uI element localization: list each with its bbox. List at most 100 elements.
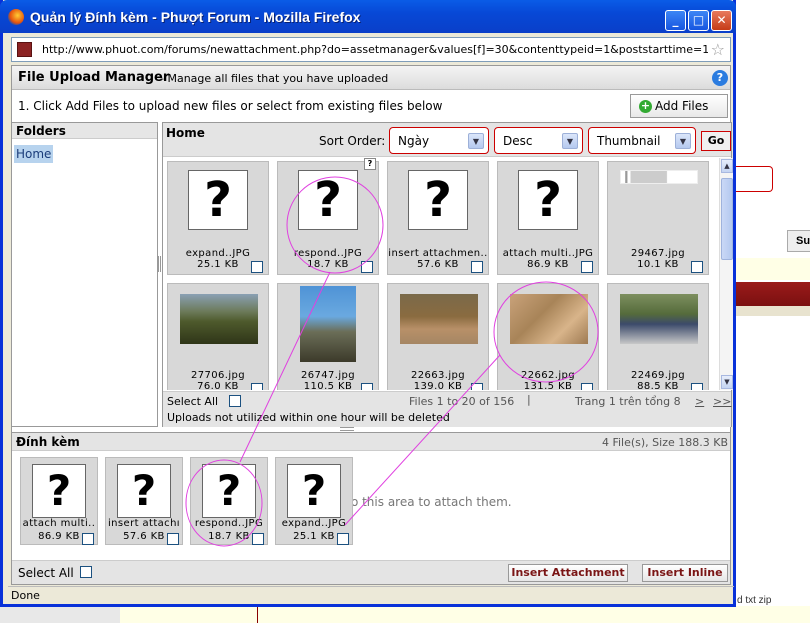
attachments-select-all-label: Select All <box>18 566 74 580</box>
attachment-checkbox[interactable] <box>337 533 349 545</box>
help-icon[interactable]: ? <box>712 70 728 86</box>
file-grid-footer: Select All Files 1 to 20 of 156 | Trang … <box>163 391 731 427</box>
file-tile[interactable]: ? ? respond..JPG 18.7 KB <box>277 158 379 275</box>
manager-header: File Upload Manager - Manage all files t… <box>12 66 730 90</box>
footer-separator: | <box>527 393 531 406</box>
close-button[interactable]: ✕ <box>711 10 732 31</box>
folder-item-home[interactable]: Home <box>14 145 54 163</box>
question-placeholder-icon: ? <box>202 464 256 518</box>
scroll-up-icon[interactable]: ▲ <box>721 159 733 173</box>
village-thumbnail <box>400 294 478 344</box>
file-checkbox[interactable] <box>691 261 703 273</box>
attachments-panel: Đính kèm 4 File(s), Size 188.3 KB Drag f… <box>12 432 730 584</box>
file-name: 22663.jpg <box>410 370 466 381</box>
last-page-link[interactable]: >> <box>713 395 731 408</box>
insert-inline-button[interactable]: Insert Inline <box>642 564 728 582</box>
info-icon[interactable]: ? <box>364 158 376 170</box>
file-name: 29467.jpg <box>630 248 686 259</box>
attachment-checkbox[interactable] <box>167 533 179 545</box>
files-toolbar: Home Sort Order: Ngày ▼ Desc ▼ Thumbnail… <box>163 123 731 157</box>
background-button[interactable]: Su <box>787 230 810 252</box>
url-text[interactable]: http://www.phuot.com/forums/newattachmen… <box>42 43 708 56</box>
go-button[interactable]: Go <box>701 131 731 151</box>
upload-manager: File Upload Manager - Manage all files t… <box>11 65 733 585</box>
background-input[interactable] <box>735 166 773 192</box>
file-checkbox[interactable] <box>691 383 703 390</box>
file-grid-scrollbar[interactable]: ▲ ▼ <box>719 158 733 390</box>
scroll-down-icon[interactable]: ▼ <box>721 375 733 389</box>
view-select[interactable]: Thumbnail ▼ <box>588 127 696 154</box>
background-footer-left <box>0 606 120 623</box>
chevron-down-icon: ▼ <box>468 133 484 149</box>
attachments-summary: 4 File(s), Size 188.3 KB <box>601 436 728 449</box>
file-tile[interactable]: 22663.jpg 139.0 KB <box>387 283 489 390</box>
current-folder: Home <box>166 126 205 140</box>
add-files-label: Add Files <box>655 99 709 113</box>
file-tile[interactable]: 22662.jpg 131.5 KB <box>497 283 599 390</box>
windmill-thumbnail <box>300 286 356 362</box>
file-tile[interactable]: 26747.jpg 110.5 KB <box>277 283 379 390</box>
address-bar[interactable]: http://www.phuot.com/forums/newattachmen… <box>11 37 731 62</box>
file-checkbox[interactable] <box>581 261 593 273</box>
attachments-footer: Select All Insert Attachment Insert Inli… <box>12 560 730 584</box>
attachments-select-all-checkbox[interactable] <box>80 566 92 578</box>
file-tile[interactable]: ? insert attachmen.. 57.6 KB <box>387 161 489 275</box>
scroll-thumb[interactable] <box>721 178 733 260</box>
background-divider <box>735 306 810 316</box>
question-placeholder-icon: ? <box>298 170 358 230</box>
attachments-title: Đính kèm <box>16 435 80 449</box>
question-placeholder-icon: ? <box>32 464 86 518</box>
file-name: attach multi..JPG <box>502 248 594 259</box>
file-checkbox[interactable] <box>361 383 373 390</box>
file-checkbox[interactable] <box>361 261 373 273</box>
select-all-checkbox[interactable] <box>229 395 241 407</box>
attachment-checkbox[interactable] <box>252 533 264 545</box>
background-red-bar <box>735 282 810 306</box>
file-tile[interactable]: ? attach multi..JPG 86.9 KB <box>497 161 599 275</box>
file-tile[interactable]: ? expand..JPG 25.1 KB <box>167 161 269 275</box>
attachment-tile[interactable]: ? attach multi.. 86.9 KB <box>20 457 98 545</box>
file-checkbox[interactable] <box>471 261 483 273</box>
attachment-tile[interactable]: ? insert attachı 57.6 KB <box>105 457 183 545</box>
file-checkbox[interactable] <box>471 383 483 390</box>
vertical-splitter[interactable] <box>158 256 161 272</box>
file-checkbox[interactable] <box>581 383 593 390</box>
file-tile[interactable]: 29467.jpg 10.1 KB <box>607 161 709 275</box>
sort-direction-select[interactable]: Desc ▼ <box>494 127 583 154</box>
attachment-tile[interactable]: ? expand..JPG 25.1 KB <box>275 457 353 545</box>
horizontal-splitter[interactable] <box>340 427 354 431</box>
bookmark-star-icon[interactable]: ☆ <box>711 40 725 59</box>
next-page-link[interactable]: > <box>695 395 704 408</box>
file-checkbox[interactable] <box>251 261 263 273</box>
file-name: 22469.jpg <box>630 370 686 381</box>
people-thumbnail <box>620 294 698 344</box>
attachment-name: attach multi.. <box>22 518 96 529</box>
file-tile[interactable]: 27706.jpg 76.0 KB <box>167 283 269 390</box>
title-bar[interactable]: Quản lý Đính kèm - Phượt Forum - Mozilla… <box>0 0 736 33</box>
attachment-checkbox[interactable] <box>82 533 94 545</box>
question-placeholder-icon: ? <box>287 464 341 518</box>
attachment-name: respond..JPG <box>194 518 264 529</box>
sort-label: Sort Order: <box>319 134 386 148</box>
sort-field-value: Ngày <box>398 134 430 148</box>
plus-icon: + <box>639 99 652 113</box>
attachment-name: expand..JPG <box>281 518 347 529</box>
file-tile[interactable]: 22469.jpg 88.5 KB <box>607 283 709 390</box>
attachment-tile[interactable]: ? respond..JPG 18.7 KB <box>190 457 268 545</box>
file-name: respond..JPG <box>293 248 363 259</box>
file-name: 27706.jpg <box>190 370 246 381</box>
file-checkbox[interactable] <box>251 383 263 390</box>
add-files-button[interactable]: + Add Files <box>630 94 728 118</box>
maximize-button[interactable]: □ <box>688 10 709 31</box>
sort-field-select[interactable]: Ngày ▼ <box>389 127 489 154</box>
folders-header: Folders <box>12 123 157 139</box>
minimize-button[interactable]: _ <box>665 10 686 31</box>
rocks-thumbnail <box>510 294 588 344</box>
upload-warning: Uploads not utilized within one hour wil… <box>167 411 450 424</box>
files-count: Files 1 to 20 of 156 <box>409 395 515 408</box>
file-name: 26747.jpg <box>300 370 356 381</box>
instruction-text: 1. Click Add Files to upload new files o… <box>18 99 443 113</box>
background-strip <box>735 258 810 280</box>
insert-attachment-button[interactable]: Insert Attachment <box>508 564 628 582</box>
chevron-down-icon: ▼ <box>562 133 578 149</box>
